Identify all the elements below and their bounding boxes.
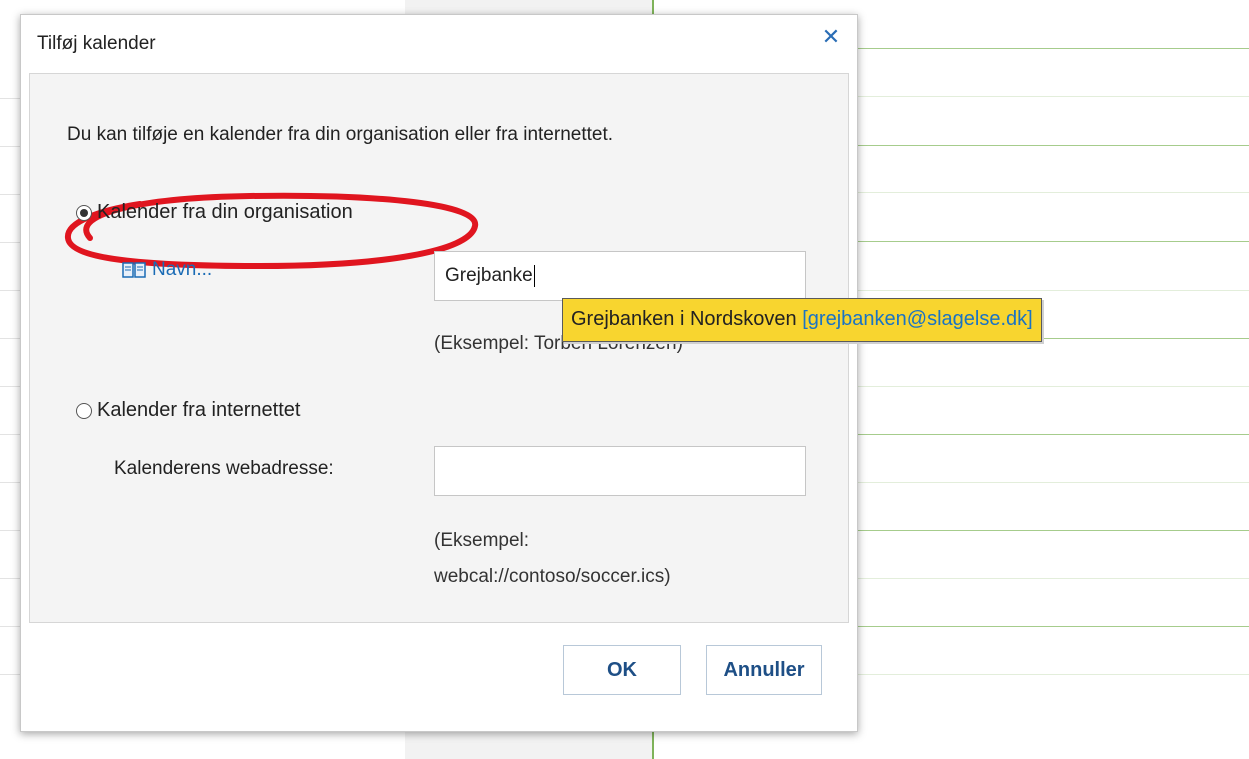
- add-calendar-dialog: Tilføj kalender ✕ Du kan tilføje en kale…: [20, 14, 858, 732]
- organization-name-value: Grejbanke: [445, 265, 533, 286]
- close-button[interactable]: ✕: [819, 25, 843, 49]
- url-label: Kalenderens webadresse:: [114, 458, 334, 479]
- internet-example-line1: (Eksempel:: [434, 530, 530, 551]
- cancel-button[interactable]: Annuller: [706, 645, 822, 695]
- suggestion-email: [grejbanken@slagelse.dk]: [802, 308, 1033, 330]
- highlight-ellipse: [65, 192, 479, 270]
- address-book-link[interactable]: Navn...: [122, 259, 212, 281]
- autocomplete-suggestion[interactable]: Grejbanken i Nordskoven [grejbanken@slag…: [562, 298, 1042, 342]
- organization-name-input[interactable]: Grejbanke: [434, 251, 806, 301]
- intro-text: Du kan tilføje en kalender fra din organ…: [67, 124, 614, 145]
- radio-organization-button[interactable]: [76, 204, 92, 221]
- radio-organization[interactable]: Kalender fra din organisation: [76, 201, 353, 224]
- ok-button[interactable]: OK: [563, 645, 681, 695]
- dialog-title: Tilføj kalender: [37, 33, 156, 54]
- calendar-url-input[interactable]: [434, 446, 806, 496]
- radio-organization-label: Kalender fra din organisation: [97, 201, 353, 223]
- radio-internet-button[interactable]: [76, 402, 92, 419]
- internet-example-line2: webcal://contoso/soccer.ics): [434, 566, 671, 587]
- address-book-icon: [122, 262, 146, 278]
- close-icon: ✕: [821, 24, 841, 49]
- suggestion-name: Grejbanken i Nordskoven: [571, 308, 797, 330]
- dialog-body: Du kan tilføje en kalender fra din organ…: [29, 73, 849, 623]
- radio-internet-label: Kalender fra internettet: [97, 399, 301, 421]
- radio-internet[interactable]: Kalender fra internettet: [76, 399, 300, 422]
- address-book-label: Navn...: [152, 259, 213, 280]
- text-caret: [533, 264, 535, 287]
